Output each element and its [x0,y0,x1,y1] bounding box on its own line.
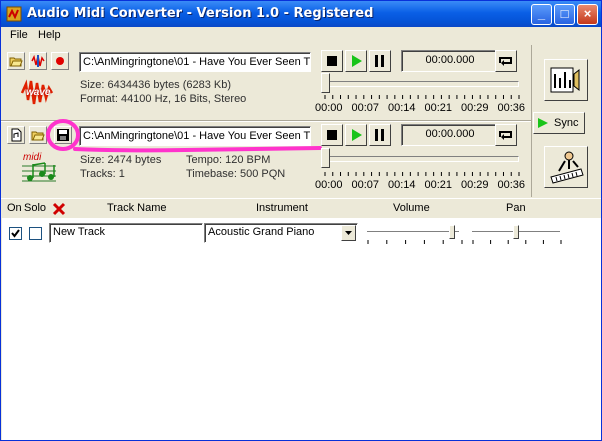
header-volume: Volume [393,202,430,214]
midi-tick-label: 00:07 [351,179,380,191]
wave-tick-label: 00:14 [388,102,416,114]
delete-track-icon[interactable] [52,202,66,216]
midi-stop-button[interactable] [321,124,343,146]
wave-tick-label: 00:21 [424,102,453,114]
wave-tick-label: 00:07 [351,102,380,114]
wave-pause-button[interactable] [369,50,391,72]
pan-slider[interactable] [513,225,519,239]
pause-icon [375,129,384,141]
track-list [2,218,601,440]
track-on-checkbox[interactable] [9,227,22,240]
volume-slider[interactable] [448,225,455,239]
play-icon [352,55,362,67]
header-pan: Pan [506,202,526,214]
midi-tick-marks [324,172,520,176]
midi-badge: midi [20,152,60,184]
wave-loop-button[interactable] [495,50,517,72]
menu-file[interactable]: File [10,29,28,41]
title-bar[interactable]: Audio Midi Converter - Version 1.0 - Reg… [1,1,601,27]
new-midi-button[interactable] [7,126,25,144]
midi-tick-label: 00:14 [388,179,416,191]
close-button[interactable]: × [577,4,598,25]
main-window: Audio Midi Converter - Version 1.0 - Reg… [0,0,602,441]
app-icon [6,6,22,22]
midi-tick-label: 00:36 [497,179,526,191]
header-track-name: Track Name [107,202,167,214]
loop-icon [499,57,512,66]
open-folder-icon [31,131,45,141]
convert-to-wave-button[interactable] [544,146,588,188]
midi-tracks: Tracks: 1 [80,168,125,180]
midi-play-button[interactable] [345,124,367,146]
open-wave-button[interactable] [7,52,25,70]
waveform-icon [31,54,45,67]
wave-stop-button[interactable] [321,50,343,72]
piano-singer-icon [550,151,584,184]
midi-tick-label: 00:00 [315,179,343,191]
volume-tick-marks [367,240,463,244]
record-button[interactable] [51,52,69,70]
midi-position-slider[interactable] [321,148,330,168]
wave-properties-button[interactable] [29,52,47,70]
convert-to-midi-button[interactable] [544,59,588,101]
wave-tick-marks [324,95,520,99]
wave-badge: wave [18,78,58,108]
menu-bar: File Help [1,27,601,45]
chevron-down-icon [345,231,352,235]
wave-position-slider[interactable] [321,73,330,93]
open-folder-icon [9,57,23,67]
wave-path-field[interactable]: C:\AnMingringtone\01 - Have You Ever See… [79,52,311,72]
record-icon [56,57,64,65]
track-solo-checkbox[interactable] [29,227,42,240]
midi-pause-button[interactable] [369,124,391,146]
minimize-button[interactable]: _ [531,4,552,25]
dropdown-arrow-button[interactable] [341,225,356,241]
midi-time-display: 00:00.000 [401,124,499,146]
wave-badge-label: wave [26,87,51,98]
wave-format: Format: 44100 Hz, 16 Bits, Stereo [80,93,247,105]
instrument-value: Acoustic Grand Piano [208,226,315,238]
volume-slider-track [367,231,459,234]
maximize-button[interactable]: □ [554,4,575,25]
menu-help[interactable]: Help [38,29,61,41]
midi-tempo: Tempo: 120 BPM [186,154,271,166]
midi-tick-label: 00:21 [424,179,453,191]
header-solo: Solo [24,202,47,214]
midi-tick-label: 00:29 [461,179,489,191]
wave-tick-label: 00:36 [497,102,526,114]
equalizer-speaker-icon [550,67,580,93]
midi-loop-button[interactable] [495,124,517,146]
loop-icon [499,131,512,140]
midi-position-track [321,156,519,162]
instrument-select[interactable]: Acoustic Grand Piano [204,223,358,243]
sync-button[interactable]: Sync [533,112,585,134]
sync-label: Sync [554,117,579,129]
play-icon [352,129,362,141]
pause-icon [375,55,384,67]
stop-icon [327,130,337,140]
track-name-field[interactable]: New Track [49,223,203,243]
new-document-icon [11,128,22,142]
wave-play-button[interactable] [345,50,367,72]
header-on: On [7,202,22,214]
wave-size: Size: 6434436 bytes (6283 Kb) [80,79,232,91]
checkmark-icon [11,229,20,238]
wave-time-display: 00:00.000 [401,50,499,72]
pan-tick-marks [472,240,562,244]
midi-size: Size: 2474 bytes [80,154,162,166]
window-title: Audio Midi Converter - Version 1.0 - Reg… [27,6,374,21]
wave-position-track [321,81,519,87]
wave-tick-label: 00:29 [461,102,489,114]
play-arrow-icon [538,118,548,128]
right-divider [531,45,532,197]
header-instrument: Instrument [256,202,308,214]
stop-icon [327,56,337,66]
music-notes-icon [22,162,56,182]
midi-timebase: Timebase: 500 PQN [186,168,286,180]
